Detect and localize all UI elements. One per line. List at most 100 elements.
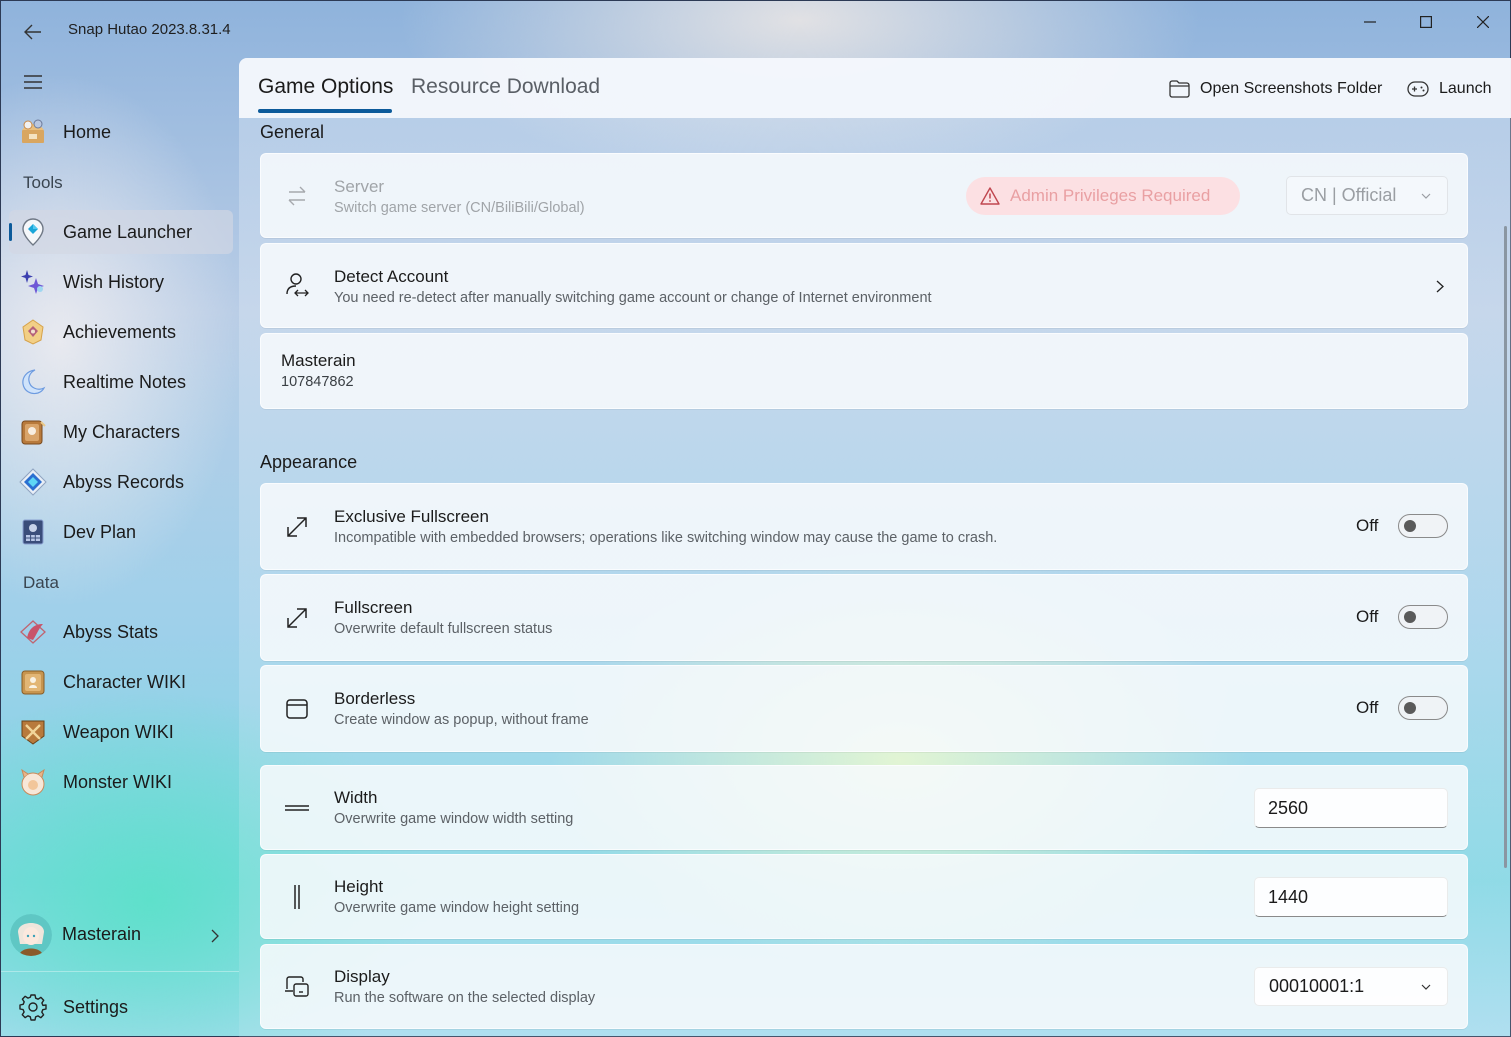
command-bar: Game Options Resource Download Open Scre…: [239, 58, 1511, 118]
exclusive-fullscreen-card: Exclusive Fullscreen Incompatible with e…: [260, 483, 1468, 570]
sidebar-item-abyss-stats[interactable]: Abyss Stats: [9, 610, 233, 654]
sidebar-divider: [1, 971, 239, 972]
server-setting-card: Server Switch game server (CN/BiliBili/G…: [260, 153, 1468, 238]
main-panel: Game Options Resource Download Open Scre…: [239, 58, 1511, 1037]
sidebar-item-label: My Characters: [63, 421, 181, 442]
borderless-title: Borderless: [334, 689, 416, 708]
chevron-down-icon: [1421, 984, 1431, 990]
sidebar-item-label: Game Launcher: [63, 221, 193, 242]
maximize-button[interactable]: [1403, 7, 1449, 37]
close-button[interactable]: [1460, 7, 1506, 37]
exclusive-fullscreen-toggle[interactable]: [1398, 514, 1448, 538]
server-title: Server: [334, 177, 385, 196]
display-dropdown[interactable]: 00010001:1: [1254, 967, 1448, 1006]
sidebar-header-data: Data: [23, 573, 59, 592]
achievement-badge-icon: [19, 318, 47, 346]
section-title-appearance: Appearance: [260, 452, 358, 472]
sidebar-header-tools: Tools: [23, 173, 63, 192]
sidebar-item-label: Abyss Stats: [63, 621, 159, 642]
sidebar-item-label: Dev Plan: [63, 521, 137, 542]
weapon-wiki-icon: [19, 718, 47, 746]
detect-account-description: You need re-detect after manually switch…: [334, 290, 932, 306]
fullscreen-toggle[interactable]: [1398, 605, 1448, 629]
sidebar-item-home[interactable]: Home: [9, 110, 233, 154]
back-button[interactable]: [19, 19, 47, 45]
sidebar-item-label: Settings: [63, 996, 129, 1017]
detect-account-card[interactable]: Detect Account You need re-detect after …: [260, 243, 1468, 328]
sidebar-item-weapon-wiki[interactable]: Weapon WIKI: [9, 710, 233, 754]
crescent-moon-icon: [19, 368, 47, 396]
sidebar-item-label: Character WIKI: [63, 671, 187, 692]
sidebar-item-wish-history[interactable]: Wish History: [9, 260, 233, 304]
width-title: Width: [334, 788, 378, 807]
sidebar-item-label: Abyss Records: [63, 471, 185, 492]
dev-plan-icon: [19, 518, 47, 546]
borderless-toggle[interactable]: [1398, 696, 1448, 720]
sidebar-item-settings[interactable]: Settings: [9, 985, 233, 1029]
tab-game-options[interactable]: Game Options: [258, 75, 393, 99]
height-input[interactable]: 1440: [1254, 877, 1448, 917]
launch-button[interactable]: Launch: [1407, 76, 1492, 102]
sidebar-item-label: Achievements: [63, 321, 177, 342]
abyss-stats-icon: [19, 618, 47, 646]
folder-icon: [1169, 80, 1190, 98]
game-account-name: Masterain: [281, 351, 356, 370]
borderless-state: Off: [1356, 698, 1379, 717]
maximize-icon: [1420, 16, 1432, 28]
hamburger-icon: [24, 75, 42, 89]
height-icon: [281, 881, 313, 913]
sidebar-item-label: Monster WIKI: [63, 771, 173, 792]
sidebar-item-realtime-notes[interactable]: Realtime Notes: [9, 360, 233, 404]
vertical-scrollbar[interactable]: [1504, 226, 1507, 868]
expand-diagonal-icon: [281, 602, 313, 634]
sidebar-item-achievements[interactable]: Achievements: [9, 310, 233, 354]
selection-indicator: [9, 223, 12, 241]
active-tab-indicator: [258, 109, 392, 113]
display-card: Display Run the software on the selected…: [260, 944, 1468, 1029]
open-screenshots-folder-button[interactable]: Open Screenshots Folder: [1169, 76, 1382, 102]
minimize-button[interactable]: [1347, 7, 1393, 37]
width-card: Width Overwrite game window width settin…: [260, 765, 1468, 850]
warning-icon: [980, 187, 1000, 205]
detect-account-title: Detect Account: [334, 267, 449, 286]
window-icon: [281, 693, 313, 725]
sidebar-item-dev-plan[interactable]: Dev Plan: [9, 510, 233, 554]
section-title-general: General: [260, 122, 325, 142]
abyss-crystal-icon: [19, 468, 47, 496]
user-name: Masterain: [62, 924, 142, 944]
game-account-uid: 107847862: [281, 374, 354, 390]
fullscreen-title: Fullscreen: [334, 598, 413, 617]
avatar: [10, 914, 52, 956]
gamepad-icon: [1407, 81, 1429, 97]
person-switch-icon: [281, 270, 313, 302]
admin-privileges-text: Admin Privileges Required: [1010, 186, 1211, 205]
exclusive-fullscreen-description: Incompatible with embedded browsers; ope…: [334, 530, 998, 546]
fullscreen-card: Fullscreen Overwrite default fullscreen …: [260, 574, 1468, 661]
sidebar-item-game-launcher[interactable]: Game Launcher: [9, 210, 233, 254]
monster-wiki-icon: [19, 768, 47, 796]
width-icon: [281, 792, 313, 824]
sidebar-item-my-characters[interactable]: My Characters: [9, 410, 233, 454]
open-screenshots-folder-label: Open Screenshots Folder: [1200, 80, 1383, 97]
server-dropdown[interactable]: CN | Official: [1286, 176, 1448, 215]
home-box-icon: [19, 118, 47, 146]
close-icon: [1477, 16, 1489, 28]
tab-resource-download[interactable]: Resource Download: [411, 75, 600, 99]
sidebar-item-monster-wiki[interactable]: Monster WIKI: [9, 760, 233, 804]
menu-toggle-button[interactable]: [15, 67, 51, 97]
sidebar-item-label: Wish History: [63, 271, 165, 292]
sidebar-item-label: Home: [63, 121, 112, 142]
sidebar-item-label: Weapon WIKI: [63, 721, 174, 742]
sidebar-item-abyss-records[interactable]: Abyss Records: [9, 460, 233, 504]
width-input[interactable]: 2560: [1254, 788, 1448, 828]
wish-star-icon: [19, 268, 47, 296]
display-monitor-icon: [281, 971, 313, 1003]
launch-label: Launch: [1439, 80, 1492, 97]
game-account-card[interactable]: Masterain 107847862: [260, 333, 1468, 409]
sidebar-item-character-wiki[interactable]: Character WIKI: [9, 660, 233, 704]
game-launcher-icon: [19, 218, 47, 246]
borderless-card: Borderless Create window as popup, witho…: [260, 665, 1468, 752]
character-wiki-icon: [19, 668, 47, 696]
gear-icon: [19, 993, 47, 1021]
server-dropdown-value: CN | Official: [1301, 185, 1397, 205]
